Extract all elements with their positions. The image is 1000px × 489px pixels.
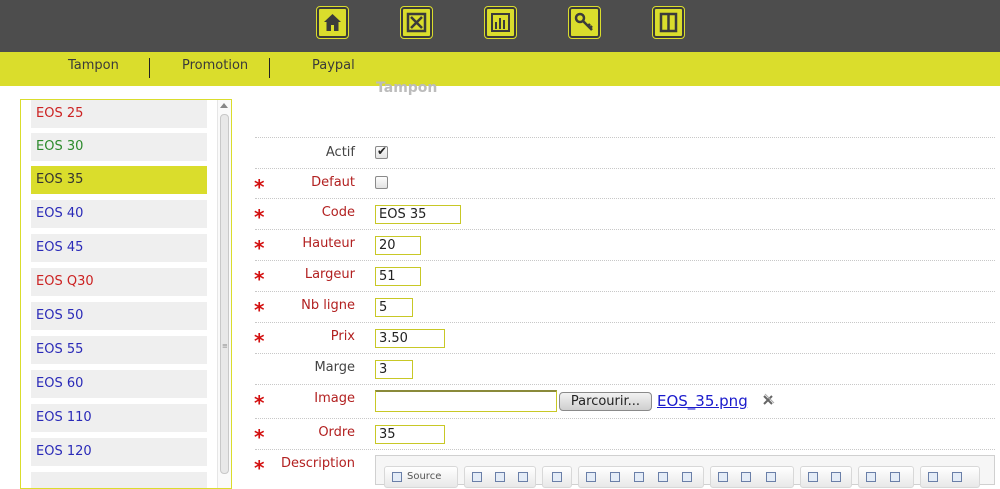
list-item[interactable]: EOS 40 (31, 200, 207, 228)
row-divider (255, 291, 995, 292)
tab-paypal[interactable]: Paypal (312, 58, 355, 73)
copy-icon[interactable] (610, 472, 620, 482)
new-page-icon[interactable] (495, 472, 505, 482)
book-icon[interactable] (652, 6, 685, 39)
editor-doc-group[interactable] (464, 466, 536, 488)
code-label: Code (321, 205, 355, 220)
preview-icon[interactable] (518, 472, 528, 482)
home-icon[interactable] (316, 6, 349, 39)
row-divider (255, 353, 995, 354)
description-editor[interactable]: Source (375, 455, 995, 488)
scayt-icon[interactable] (766, 472, 776, 482)
row-divider (255, 449, 995, 450)
spellcheck-icon[interactable] (741, 472, 751, 482)
description-label: Description (280, 456, 355, 471)
largeur-input[interactable] (375, 267, 421, 286)
list-item[interactable]: EOS 45 (31, 234, 207, 262)
list-item[interactable]: EOS 30 (31, 133, 207, 161)
row-divider (255, 322, 995, 323)
remove-format-icon[interactable] (952, 472, 962, 482)
undo-icon[interactable] (808, 472, 818, 482)
browse-button[interactable]: Parcourir... (559, 392, 652, 411)
editor-select-group[interactable] (920, 466, 980, 488)
actif-checkbox[interactable]: ✔ (375, 144, 388, 159)
top-toolbar (0, 0, 1000, 52)
largeur-label: Largeur (304, 267, 355, 282)
ordre-label: Ordre (318, 425, 355, 440)
row-divider (255, 384, 995, 385)
save-icon[interactable] (472, 472, 482, 482)
list-item[interactable]: EOS 55 (31, 336, 207, 364)
cut-icon[interactable] (586, 472, 596, 482)
editor-find-group[interactable] (858, 466, 914, 488)
key-icon[interactable] (568, 6, 601, 39)
image-file-link[interactable]: EOS_35.png (657, 392, 748, 410)
defaut-label: Defaut (311, 175, 355, 190)
tools-icon[interactable] (400, 6, 433, 39)
find-icon[interactable] (866, 472, 876, 482)
form-title: Tampon (376, 80, 438, 96)
prix-input[interactable] (375, 329, 445, 348)
editor-template-group[interactable] (542, 466, 572, 488)
list-item[interactable]: EOS 50 (31, 302, 207, 330)
nbligne-input[interactable] (375, 298, 413, 317)
list-item[interactable]: EOS 25 (31, 100, 207, 128)
replace-icon[interactable] (890, 472, 900, 482)
editor-source-group[interactable]: Source (384, 466, 458, 488)
print-icon[interactable] (718, 472, 728, 482)
list-item[interactable] (31, 472, 207, 488)
ordre-input[interactable] (375, 425, 445, 444)
prix-label: Prix (330, 329, 355, 344)
list-item[interactable]: EOS 110 (31, 404, 207, 432)
nbligne-label: Nb ligne (301, 298, 355, 313)
editor-undo-group[interactable] (800, 466, 852, 488)
delete-icon[interactable] (762, 393, 775, 406)
image-file-input[interactable] (375, 390, 557, 412)
list-item[interactable]: EOS 120 (31, 438, 207, 466)
paste-text-icon[interactable] (658, 472, 668, 482)
hauteur-input[interactable] (375, 236, 421, 255)
select-all-icon[interactable] (928, 472, 938, 482)
redo-icon[interactable] (831, 472, 841, 482)
image-label: Image (314, 391, 355, 406)
scroll-thumb[interactable]: ≡ (220, 114, 229, 474)
product-list: EOS 25 EOS 30 EOS 35 EOS 40 EOS 45 EOS Q… (20, 99, 232, 489)
source-icon (392, 472, 402, 482)
list-item[interactable]: EOS Q30 (31, 268, 207, 296)
hauteur-label: Hauteur (302, 236, 355, 251)
list-item-selected[interactable]: EOS 35 (31, 166, 207, 194)
row-divider (255, 168, 995, 169)
scroll-up-icon[interactable] (220, 103, 228, 108)
paste-word-icon[interactable] (682, 472, 692, 482)
row-divider (255, 198, 995, 199)
editor-clipboard-group[interactable] (578, 466, 704, 488)
row-divider (255, 260, 995, 261)
check-icon: ✔ (377, 144, 388, 158)
templates-icon[interactable] (552, 472, 562, 482)
nav-separator (149, 58, 150, 78)
row-divider (255, 418, 995, 419)
stats-icon[interactable] (484, 6, 517, 39)
list-item[interactable]: EOS 60 (31, 370, 207, 398)
list-scrollbar[interactable]: ≡ (217, 100, 231, 488)
paste-icon[interactable] (634, 472, 644, 482)
grip-icon: ≡ (222, 342, 228, 350)
marge-label: Marge (314, 360, 355, 375)
row-divider (255, 229, 995, 230)
marge-input[interactable] (375, 360, 413, 379)
actif-label: Actif (325, 145, 355, 160)
tab-tampon[interactable]: Tampon (68, 58, 119, 73)
editor-spell-group[interactable] (710, 466, 794, 488)
nav-bar: Tampon Promotion Paypal (0, 52, 1000, 86)
code-input[interactable] (375, 205, 461, 224)
nav-separator (269, 58, 270, 78)
row-divider (255, 137, 995, 138)
tab-promotion[interactable]: Promotion (182, 58, 248, 73)
defaut-checkbox[interactable] (375, 176, 388, 189)
